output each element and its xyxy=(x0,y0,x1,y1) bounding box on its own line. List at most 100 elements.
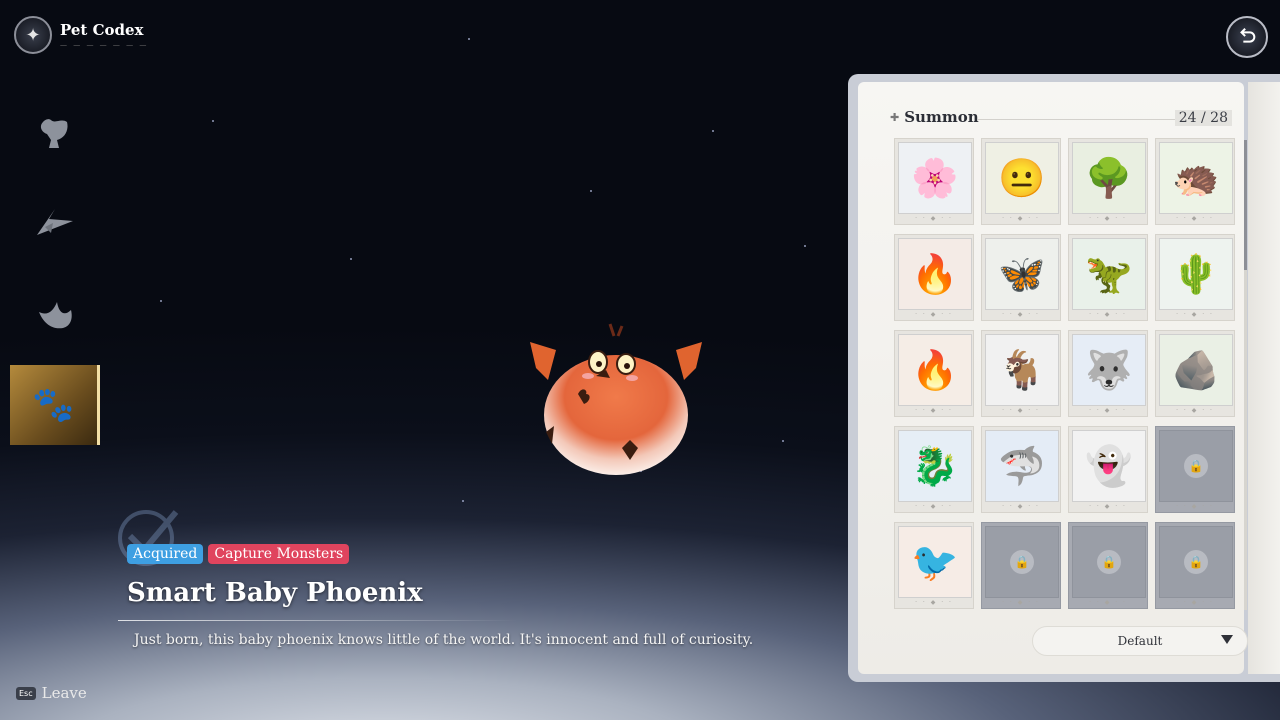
nav-item-pets[interactable]: 🐾 xyxy=(10,365,100,445)
pet-card-image: 🔥 xyxy=(898,238,972,310)
codex-logo-icon: ✦ xyxy=(14,16,52,54)
pet-card-leaf-hedgehog[interactable]: 🦔 · · ◆ · · xyxy=(1155,138,1235,225)
locked-pet-card[interactable]: 🔒 · · ◆ · · xyxy=(981,522,1061,609)
pet-card-image: 🦔 xyxy=(1159,142,1233,214)
card-ornament: · · ◆ · · xyxy=(1176,215,1214,222)
pet-card-flame-sprite[interactable]: 🔥 · · ◆ · · xyxy=(894,330,974,417)
card-ornament: · · ◆ · · xyxy=(1089,215,1127,222)
pet-card-violet-flower[interactable]: 🌸 · · ◆ · · xyxy=(894,138,974,225)
pet-card-white-goat[interactable]: 🐐 · · ◆ · · xyxy=(981,330,1061,417)
acquired-badge: Acquired xyxy=(127,544,204,564)
pet-card-rock-golem[interactable]: 🪨 · · ◆ · · xyxy=(1155,330,1235,417)
pet-description: Just born, this baby phoenix knows littl… xyxy=(134,632,754,648)
pet-card-image: 🌳 xyxy=(1072,142,1146,214)
chevron-down-icon xyxy=(1221,635,1233,644)
pet-tags: Acquired Capture Monsters xyxy=(127,544,350,564)
paw-icon: 🐾 xyxy=(32,385,75,425)
locked-pet-card[interactable]: 🔒 · · ◆ · · xyxy=(1155,426,1235,513)
card-ornament: · · ◆ · · xyxy=(915,503,953,510)
pet-card-fire-wisp[interactable]: 🔥 · · ◆ · · xyxy=(894,234,974,321)
pet-card-image: 🔒 xyxy=(1159,526,1233,598)
card-ornament: · · ◆ · · xyxy=(915,407,953,414)
pet-card-image: 🦈 xyxy=(985,430,1059,502)
plus-icon: ✚ xyxy=(890,110,900,124)
pet-card-blue-dragon[interactable]: 🐉 · · ◆ · · xyxy=(894,426,974,513)
sort-label: Default xyxy=(1117,634,1163,648)
card-ornament: · · ◆ · · xyxy=(1176,599,1214,606)
pet-card-ice-wolf[interactable]: 🐺 · · ◆ · · xyxy=(1068,330,1148,417)
vessel-icon xyxy=(40,119,68,148)
pet-card-grid: 🌸 · · ◆ · · 😐 · · ◆ · · 🌳 · · ◆ · · 🦔 · · ◆ · ·… xyxy=(894,138,1235,609)
lock-icon: 🔒 xyxy=(1184,550,1208,574)
glider-icon xyxy=(37,209,73,235)
category-nav: 🐾 xyxy=(10,92,100,456)
pet-card-image: 🦖 xyxy=(1072,238,1146,310)
nav-item-vessel[interactable] xyxy=(10,92,100,172)
card-ornament: · · ◆ · · xyxy=(1002,503,1040,510)
pet-card-ghost[interactable]: 👻 · · ◆ · · xyxy=(1068,426,1148,513)
section-title: Summon xyxy=(904,108,979,126)
pet-card-cactus-bow[interactable]: 🌵 · · ◆ · · xyxy=(1155,234,1235,321)
locked-pet-card[interactable]: 🔒 · · ◆ · · xyxy=(1155,522,1235,609)
card-ornament: · · ◆ · · xyxy=(1002,599,1040,606)
card-ornament: · · ◆ · · xyxy=(1089,503,1127,510)
pet-name: Smart Baby Phoenix xyxy=(127,578,423,608)
card-ornament: · · ◆ · · xyxy=(915,215,953,222)
pet-card-image: 🐺 xyxy=(1072,334,1146,406)
scrollbar-thumb[interactable] xyxy=(1244,140,1247,270)
lock-icon: 🔒 xyxy=(1184,454,1208,478)
nav-item-glider[interactable] xyxy=(10,183,100,263)
card-ornament: · · ◆ · · xyxy=(1002,215,1040,222)
pet-card-image: 🦋 xyxy=(985,238,1059,310)
leave-button[interactable]: Esc Leave xyxy=(16,684,87,702)
lock-icon: 🔒 xyxy=(1097,550,1121,574)
pet-card-baby-phoenix[interactable]: 🐦 · · ◆ · · xyxy=(894,522,974,609)
nav-item-wings[interactable] xyxy=(10,274,100,354)
card-ornament: · · ◆ · · xyxy=(1089,407,1127,414)
card-ornament: · · ◆ · · xyxy=(915,311,953,318)
pet-card-image: 🐦 xyxy=(898,526,972,598)
card-ornament: · · ◆ · · xyxy=(1089,599,1127,606)
pet-card-image: 👻 xyxy=(1072,430,1146,502)
sort-dropdown[interactable]: Default xyxy=(1032,626,1248,656)
card-ornament: · · ◆ · · xyxy=(1002,407,1040,414)
page-subtitle: — — — — — — — xyxy=(60,41,149,49)
pet-card-image: 🌸 xyxy=(898,142,972,214)
card-ornament: · · ◆ · · xyxy=(1089,311,1127,318)
page-header: ✦ Pet Codex — — — — — — — xyxy=(14,16,148,54)
pet-card-pale-blob[interactable]: 😐 · · ◆ · · xyxy=(981,138,1061,225)
book-page-edge xyxy=(1248,82,1280,674)
pet-card-image: 🌵 xyxy=(1159,238,1233,310)
lock-icon: 🔒 xyxy=(1010,550,1034,574)
pet-card-image: 🔒 xyxy=(1159,430,1233,502)
pet-card-image: 🔥 xyxy=(898,334,972,406)
card-ornament: · · ◆ · · xyxy=(1176,503,1214,510)
pet-card-image: 🔒 xyxy=(1072,526,1146,598)
card-ornament: · · ◆ · · xyxy=(1176,407,1214,414)
card-ornament: · · ◆ · · xyxy=(1002,311,1040,318)
pet-model-smart-baby-phoenix xyxy=(530,323,702,475)
name-divider xyxy=(118,620,518,621)
pet-card-image: 🪨 xyxy=(1159,334,1233,406)
pet-card-green-dino[interactable]: 🦖 · · ◆ · · xyxy=(1068,234,1148,321)
wings-icon xyxy=(39,302,72,329)
locked-pet-card[interactable]: 🔒 · · ◆ · · xyxy=(1068,522,1148,609)
source-badge: Capture Monsters xyxy=(208,544,350,564)
codex-page: ✚ Summon 24 / 28 🌸 · · ◆ · · 😐 · · ◆ · · 🌳 · … xyxy=(858,82,1248,674)
page-title: Pet Codex xyxy=(60,21,144,39)
leave-label: Leave xyxy=(41,684,87,702)
codex-panel: ✚ Summon 24 / 28 🌸 · · ◆ · · 😐 · · ◆ · · 🌳 · … xyxy=(848,74,1280,682)
card-ornament: · · ◆ · · xyxy=(1176,311,1214,318)
section-divider xyxy=(978,119,1198,120)
pet-card-image: 🐉 xyxy=(898,430,972,502)
pet-card-blue-shark[interactable]: 🦈 · · ◆ · · xyxy=(981,426,1061,513)
pet-card-bone-moth[interactable]: 🦋 · · ◆ · · xyxy=(981,234,1061,321)
pet-card-image: 🐐 xyxy=(985,334,1059,406)
pet-card-tree-golem[interactable]: 🌳 · · ◆ · · xyxy=(1068,138,1148,225)
back-button[interactable] xyxy=(1226,16,1268,58)
collection-count: 24 / 28 xyxy=(1174,110,1232,126)
pet-card-image: 😐 xyxy=(985,142,1059,214)
card-ornament: · · ◆ · · xyxy=(915,599,953,606)
pet-card-image: 🔒 xyxy=(985,526,1059,598)
section-header: ✚ Summon xyxy=(890,108,979,126)
